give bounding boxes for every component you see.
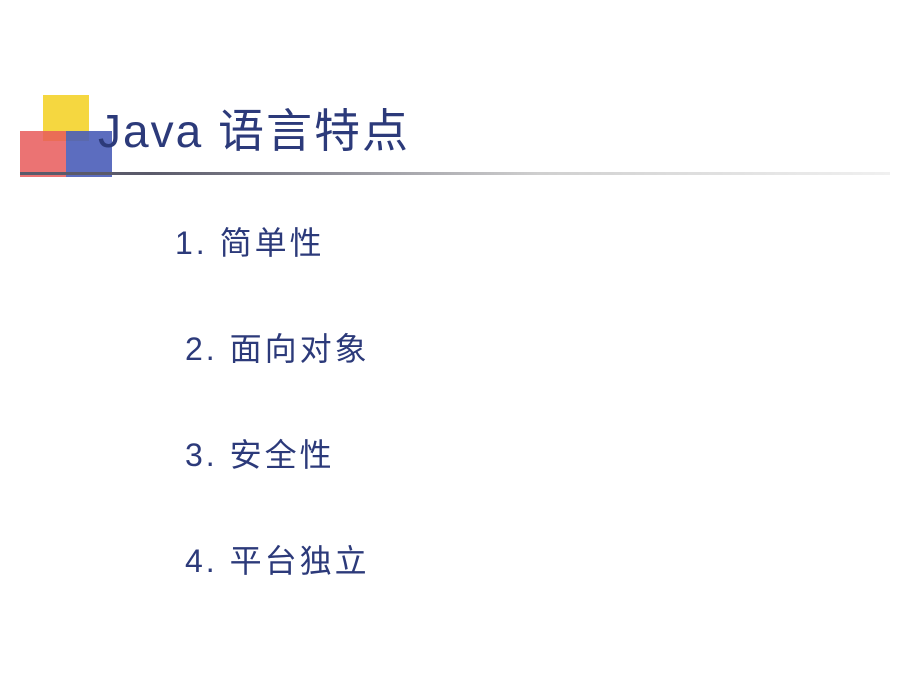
item-text: 平台独立: [230, 543, 370, 579]
item-number: 4.: [185, 543, 218, 579]
slide-container: Java 语言特点 1. 简单性 2. 面向对象 3. 安全性 4. 平台独立: [0, 0, 920, 690]
title-underline: [20, 172, 890, 175]
list-item: 4. 平台独立: [185, 536, 370, 582]
list-item: 3. 安全性: [185, 430, 370, 476]
list-item: 2. 面向对象: [185, 324, 370, 370]
item-number: 3.: [185, 437, 218, 473]
content-list: 1. 简单性 2. 面向对象 3. 安全性 4. 平台独立: [185, 218, 370, 642]
item-text: 简单性: [220, 225, 325, 261]
item-text: 安全性: [230, 437, 335, 473]
slide-title: Java 语言特点: [98, 95, 410, 161]
item-number: 2.: [185, 331, 218, 367]
list-item: 1. 简单性: [175, 218, 370, 264]
red-square-icon: [20, 131, 66, 177]
item-text: 面向对象: [230, 331, 370, 367]
item-number: 1.: [175, 225, 208, 261]
